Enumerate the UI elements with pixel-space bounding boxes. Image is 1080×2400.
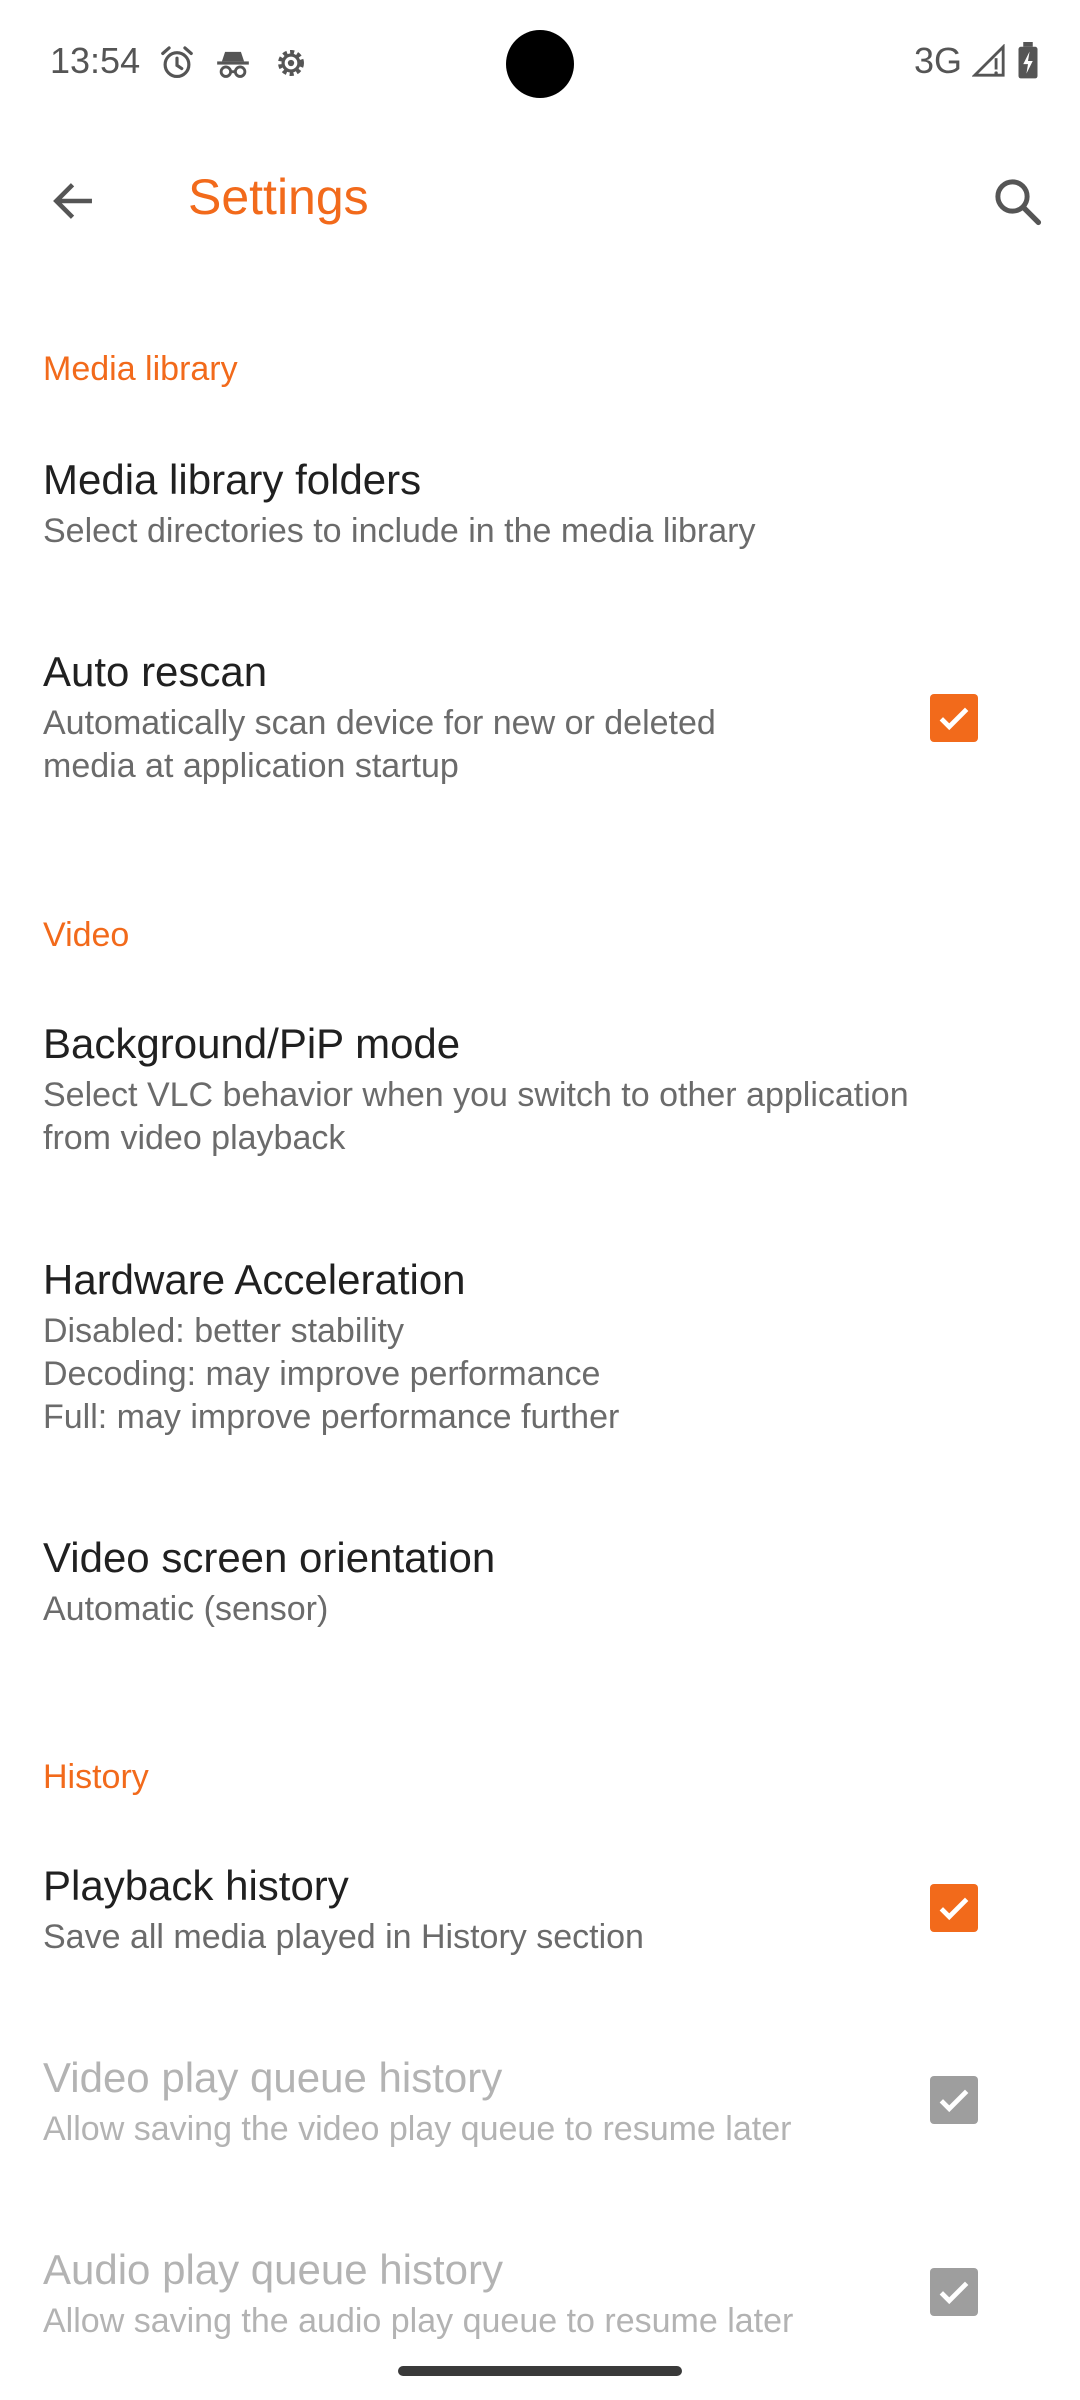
- status-bar: 13:54 3G: [0, 0, 1080, 128]
- pref-title: Hardware Acceleration: [43, 1256, 466, 1303]
- pref-auto-rescan[interactable]: Auto rescan Automatically scan device fo…: [0, 602, 1080, 836]
- pref-playback-history[interactable]: Playback history Save all media played i…: [0, 1816, 1080, 2008]
- pref-summary: Select directories to include in the med…: [43, 512, 756, 550]
- incognito-icon: [217, 51, 249, 78]
- section-header-history: History: [0, 1680, 1080, 1816]
- pref-media-library-folders[interactable]: Media library folders Select directories…: [0, 410, 1080, 602]
- status-time: 13:54: [50, 40, 141, 81]
- pref-title: Auto rescan: [43, 648, 268, 695]
- pref-summary: Select VLC behavior when you switch to o…: [43, 1076, 909, 1157]
- checkmark-icon: [939, 2089, 969, 2113]
- pref-title: Video screen orientation: [43, 1534, 496, 1581]
- checkmark-icon: [939, 707, 969, 731]
- page-title: Settings: [188, 169, 369, 225]
- pref-audio-play-queue-history[interactable]: Audio play queue history Allow saving th…: [0, 2200, 1080, 2340]
- camera-cutout: [506, 30, 574, 98]
- search-icon: [995, 179, 1042, 226]
- search-button[interactable]: [954, 138, 1080, 264]
- toolbar: Settings: [0, 128, 1080, 274]
- section-header-media-library: Media library: [0, 274, 1080, 410]
- pref-title: Media library folders: [43, 456, 422, 503]
- playback-history-checkbox[interactable]: [930, 1884, 978, 1932]
- pref-summary: Allow saving the video play queue to res…: [43, 2110, 792, 2148]
- pref-summary: Allow saving the audio play queue to res…: [43, 2302, 794, 2340]
- section-title: Video: [43, 916, 130, 954]
- auto-rescan-checkbox[interactable]: [930, 694, 978, 742]
- video-queue-history-checkbox[interactable]: [930, 2076, 978, 2124]
- settings-gear-icon: [278, 50, 304, 76]
- pref-summary: Automatically scan device for new or del…: [43, 704, 716, 785]
- section-title: History: [43, 1758, 149, 1796]
- pref-title: Playback history: [43, 1862, 349, 1909]
- section-header-video: Video: [0, 836, 1080, 974]
- alarm-icon: [161, 46, 193, 79]
- pref-video-screen-orientation[interactable]: Video screen orientation Automatic (sens…: [0, 1488, 1080, 1680]
- pref-video-play-queue-history[interactable]: Video play queue history Allow saving th…: [0, 2008, 1080, 2200]
- status-right: 3G: [914, 40, 1040, 82]
- settings-list[interactable]: Media library Media library folders Sele…: [0, 274, 1080, 2340]
- checkmark-icon: [939, 1897, 969, 1921]
- pref-title: Video play queue history: [43, 2054, 503, 2101]
- pref-title: Audio play queue history: [43, 2246, 503, 2293]
- arrow-back-icon: [53, 183, 92, 219]
- section-title: Media library: [43, 350, 238, 388]
- pref-title: Background/PiP mode: [43, 1020, 461, 1067]
- battery-charging-icon: [1018, 42, 1038, 79]
- home-gesture-handle[interactable]: [398, 2366, 682, 2376]
- back-button[interactable]: [0, 128, 146, 274]
- pref-hardware-acceleration[interactable]: Hardware Acceleration Disabled: better s…: [0, 1210, 1080, 1488]
- audio-queue-history-checkbox[interactable]: [930, 2268, 978, 2316]
- pref-summary: Disabled: better stability Decoding: may…: [43, 1312, 620, 1436]
- pref-summary: Automatic (sensor): [43, 1590, 329, 1628]
- checkmark-icon: [939, 2281, 969, 2305]
- pref-background-pip-mode[interactable]: Background/PiP mode Select VLC behavior …: [0, 974, 1080, 1210]
- signal-icon: [972, 44, 1005, 77]
- pref-summary: Save all media played in History section: [43, 1918, 644, 1956]
- network-type: 3G: [913, 40, 962, 81]
